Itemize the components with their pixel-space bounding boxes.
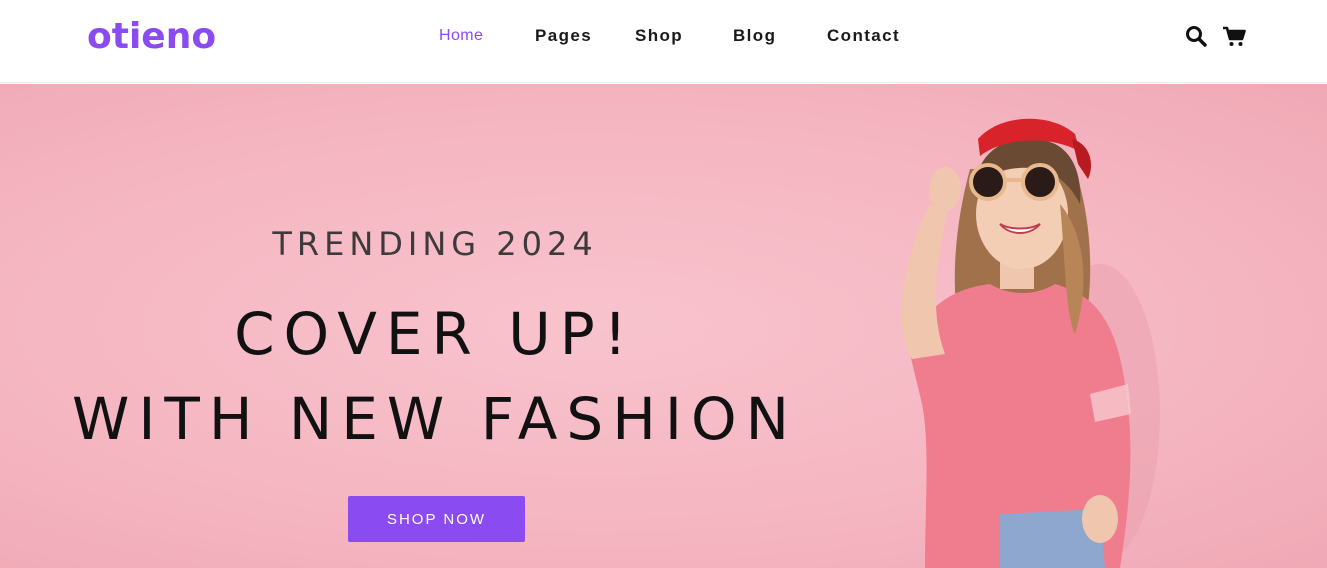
hero-headline-line2: WITH NEW FASHION	[71, 385, 799, 453]
nav-item-shop[interactable]: Shop	[635, 24, 683, 48]
hero-copy: TRENDING 2024 COVER UP! WITH NEW FASHION…	[0, 84, 880, 568]
hero-model-image	[901, 118, 1160, 568]
search-icon[interactable]	[1184, 24, 1208, 48]
nav-item-contact[interactable]: Contact	[827, 24, 900, 48]
logo[interactable]: otieno	[87, 14, 216, 60]
shop-now-button[interactable]: SHOP NOW	[348, 496, 525, 542]
hero-eyebrow: TRENDING 2024	[272, 225, 598, 263]
nav-item-blog[interactable]: Blog	[733, 24, 776, 48]
nav-item-home[interactable]: Home	[439, 24, 483, 48]
nav-item-pages[interactable]: Pages	[535, 24, 592, 48]
hero-headline-line1: COVER UP!	[234, 300, 636, 368]
hero-banner: TRENDING 2024 COVER UP! WITH NEW FASHION…	[0, 84, 1327, 568]
cart-icon[interactable]	[1222, 24, 1246, 48]
site-header: otieno Home Pages Shop Blog Contact	[0, 0, 1327, 83]
